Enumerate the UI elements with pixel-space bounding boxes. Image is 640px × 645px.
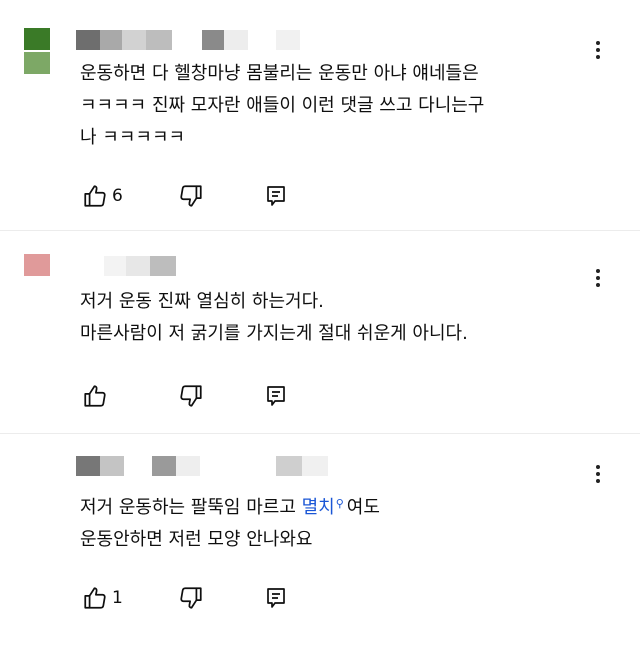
reply-comment-icon [267, 588, 285, 608]
comment-line: ㅋㅋㅋㅋ 진짜 모자란 애들이 이런 댓글 쓰고 다니는구 [80, 95, 485, 116]
comment-text: 운동하면 다 헬창마냥 몸불리는 운동만 아냐 얘네들은 ㅋㅋㅋㅋ 진짜 모자란… [80, 58, 600, 154]
reply-button[interactable] [264, 182, 288, 210]
more-vertical-icon [596, 465, 600, 469]
search-link[interactable]: 멸치 [302, 497, 335, 518]
comment-line: 저거 운동하는 팔뚝임 마르고 멸치⚲ 여도 [80, 488, 600, 524]
search-icon[interactable]: ⚲ [336, 497, 344, 510]
reply-comment-icon [267, 186, 285, 206]
dislike-button[interactable] [178, 584, 204, 612]
comment-text-segment: 저거 운동하는 팔뚝임 마르고 [80, 497, 302, 518]
more-vertical-icon [596, 41, 600, 45]
reply-button[interactable] [264, 382, 288, 410]
thumbs-up-icon [84, 185, 106, 207]
comment-actions: 6 [82, 182, 342, 210]
like-button[interactable]: 6 [82, 182, 123, 210]
comment-line: 마른사람이 저 굵기를 가지는게 절대 쉬운게 아니다. [80, 323, 468, 344]
comment-2: 저거 운동 진짜 열심히 하는거다. 마른사람이 저 굵기를 가지는게 절대 쉬… [0, 254, 640, 424]
like-count: 6 [112, 186, 123, 206]
divider [0, 230, 640, 231]
reply-comment-icon [267, 386, 285, 406]
comment-text: 저거 운동하는 팔뚝임 마르고 멸치⚲ 여도 운동안하면 저런 모양 안나와요 [80, 488, 600, 556]
comment-line: 운동하면 다 헬창마냥 몸불리는 운동만 아냐 얘네들은 [80, 63, 479, 84]
like-button[interactable]: 1 [82, 584, 123, 612]
comment-1: 운동하면 다 헬창마냥 몸불리는 운동만 아냐 얘네들은 ㅋㅋㅋㅋ 진짜 모자란… [0, 28, 640, 218]
thumbs-up-icon [84, 587, 106, 609]
dislike-button[interactable] [178, 382, 204, 410]
comment-line: 나 ㅋㅋㅋㅋㅋ [80, 127, 186, 148]
thumbs-up-icon [84, 385, 106, 407]
comment-actions [82, 382, 342, 410]
like-count: 1 [112, 588, 123, 608]
avatar[interactable] [24, 28, 52, 74]
more-vertical-icon [596, 269, 600, 273]
reply-button[interactable] [264, 584, 288, 612]
thumbs-down-icon [180, 587, 202, 609]
avatar[interactable] [24, 454, 52, 500]
dislike-button[interactable] [178, 182, 204, 210]
thumbs-down-icon [180, 385, 202, 407]
comment-3: 저거 운동하는 팔뚝임 마르고 멸치⚲ 여도 운동안하면 저런 모양 안나와요 1 [0, 454, 640, 624]
divider [0, 433, 640, 434]
comment-text-segment: 여도 [346, 497, 380, 518]
more-options-button[interactable] [588, 460, 608, 488]
comment-line: 운동안하면 저런 모양 안나와요 [80, 529, 313, 550]
comment-text: 저거 운동 진짜 열심히 하는거다. 마른사람이 저 굵기를 가지는게 절대 쉬… [80, 286, 600, 350]
comment-actions: 1 [82, 584, 342, 612]
like-button[interactable] [82, 382, 108, 410]
comment-line: 저거 운동 진짜 열심히 하는거다. [80, 291, 324, 312]
avatar[interactable] [24, 254, 52, 300]
thumbs-down-icon [180, 185, 202, 207]
